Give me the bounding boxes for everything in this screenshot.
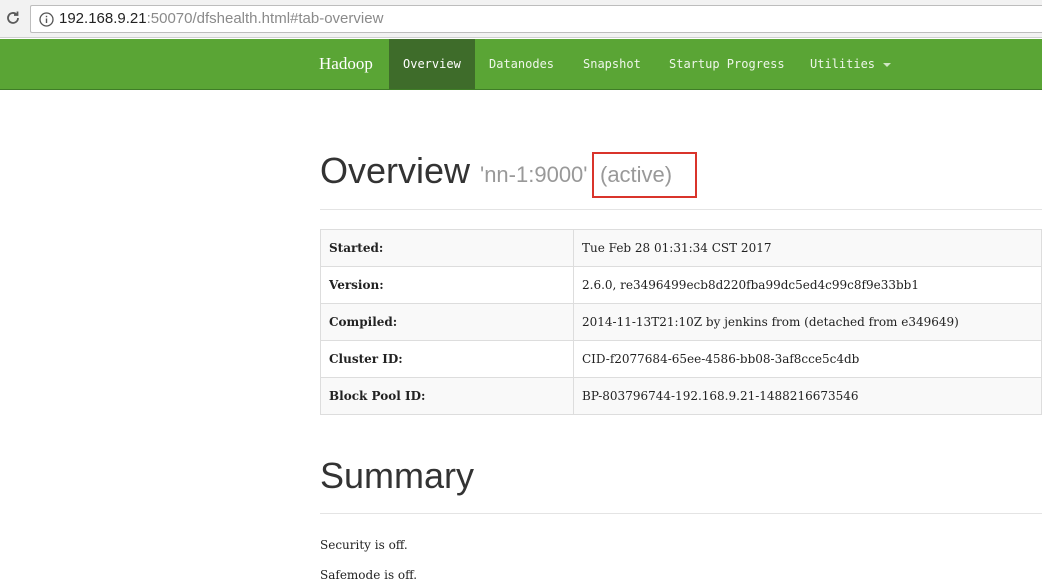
tab-utilities[interactable]: Utilities (810, 39, 892, 89)
table-row: Version: 2.6.0, re3496499ecb8d220fba99dc… (320, 266, 1042, 304)
highlight-annotation (592, 152, 697, 198)
brand-link[interactable]: Hadoop (319, 54, 373, 74)
divider (320, 513, 1042, 514)
row-value: BP-803796744-192.168.9.21-1488216673546 (573, 377, 1042, 415)
page-title: Overview (320, 150, 471, 191)
chevron-down-icon (883, 62, 892, 67)
row-key: Version: (320, 266, 574, 304)
reload-icon[interactable] (2, 6, 24, 30)
url-host: 192.168.9.21 (59, 10, 147, 27)
url-field[interactable]: 192.168.9.21:50070/dfshealth.html#tab-ov… (30, 5, 1042, 33)
row-value: CID-f2077684-65ee-4586-bb08-3af8cce5c4db (573, 340, 1042, 378)
table-row: Started: Tue Feb 28 01:31:34 CST 2017 (320, 229, 1042, 267)
row-value: 2.6.0, re3496499ecb8d220fba99dc5ed4c99c8… (573, 266, 1042, 304)
navbar: Hadoop Overview Datanodes Snapshot Start… (0, 39, 1042, 90)
row-key: Compiled: (320, 303, 574, 341)
tab-startup-progress[interactable]: Startup Progress (669, 39, 785, 89)
url-text: 192.168.9.21:50070/dfshealth.html#tab-ov… (59, 10, 383, 27)
row-key: Started: (320, 229, 574, 267)
row-key: Cluster ID: (320, 340, 574, 378)
row-value: 2014-11-13T21:10Z by jenkins from (detac… (573, 303, 1042, 341)
info-icon[interactable] (39, 12, 54, 27)
tab-overview[interactable]: Overview (389, 39, 475, 89)
tab-snapshot[interactable]: Snapshot (583, 39, 641, 89)
url-path: :50070/dfshealth.html#tab-overview (146, 10, 384, 27)
table-row: Block Pool ID: BP-803796744-192.168.9.21… (320, 377, 1042, 415)
tab-datanodes[interactable]: Datanodes (489, 39, 554, 89)
browser-address-bar: 192.168.9.21:50070/dfshealth.html#tab-ov… (0, 0, 1042, 38)
security-status: Security is off. (320, 538, 408, 552)
table-row: Cluster ID: CID-f2077684-65ee-4586-bb08-… (320, 340, 1042, 378)
safemode-status: Safemode is off. (320, 568, 418, 582)
tab-utilities-label: Utilities (810, 57, 876, 71)
overview-table: Started: Tue Feb 28 01:31:34 CST 2017 Ve… (320, 229, 1042, 415)
summary-title: Summary (320, 455, 475, 496)
table-row: Compiled: 2014-11-13T21:10Z by jenkins f… (320, 303, 1042, 341)
row-value: Tue Feb 28 01:31:34 CST 2017 (573, 229, 1042, 267)
namenode-address: 'nn-1:9000' (480, 162, 588, 187)
row-key: Block Pool ID: (320, 377, 574, 415)
